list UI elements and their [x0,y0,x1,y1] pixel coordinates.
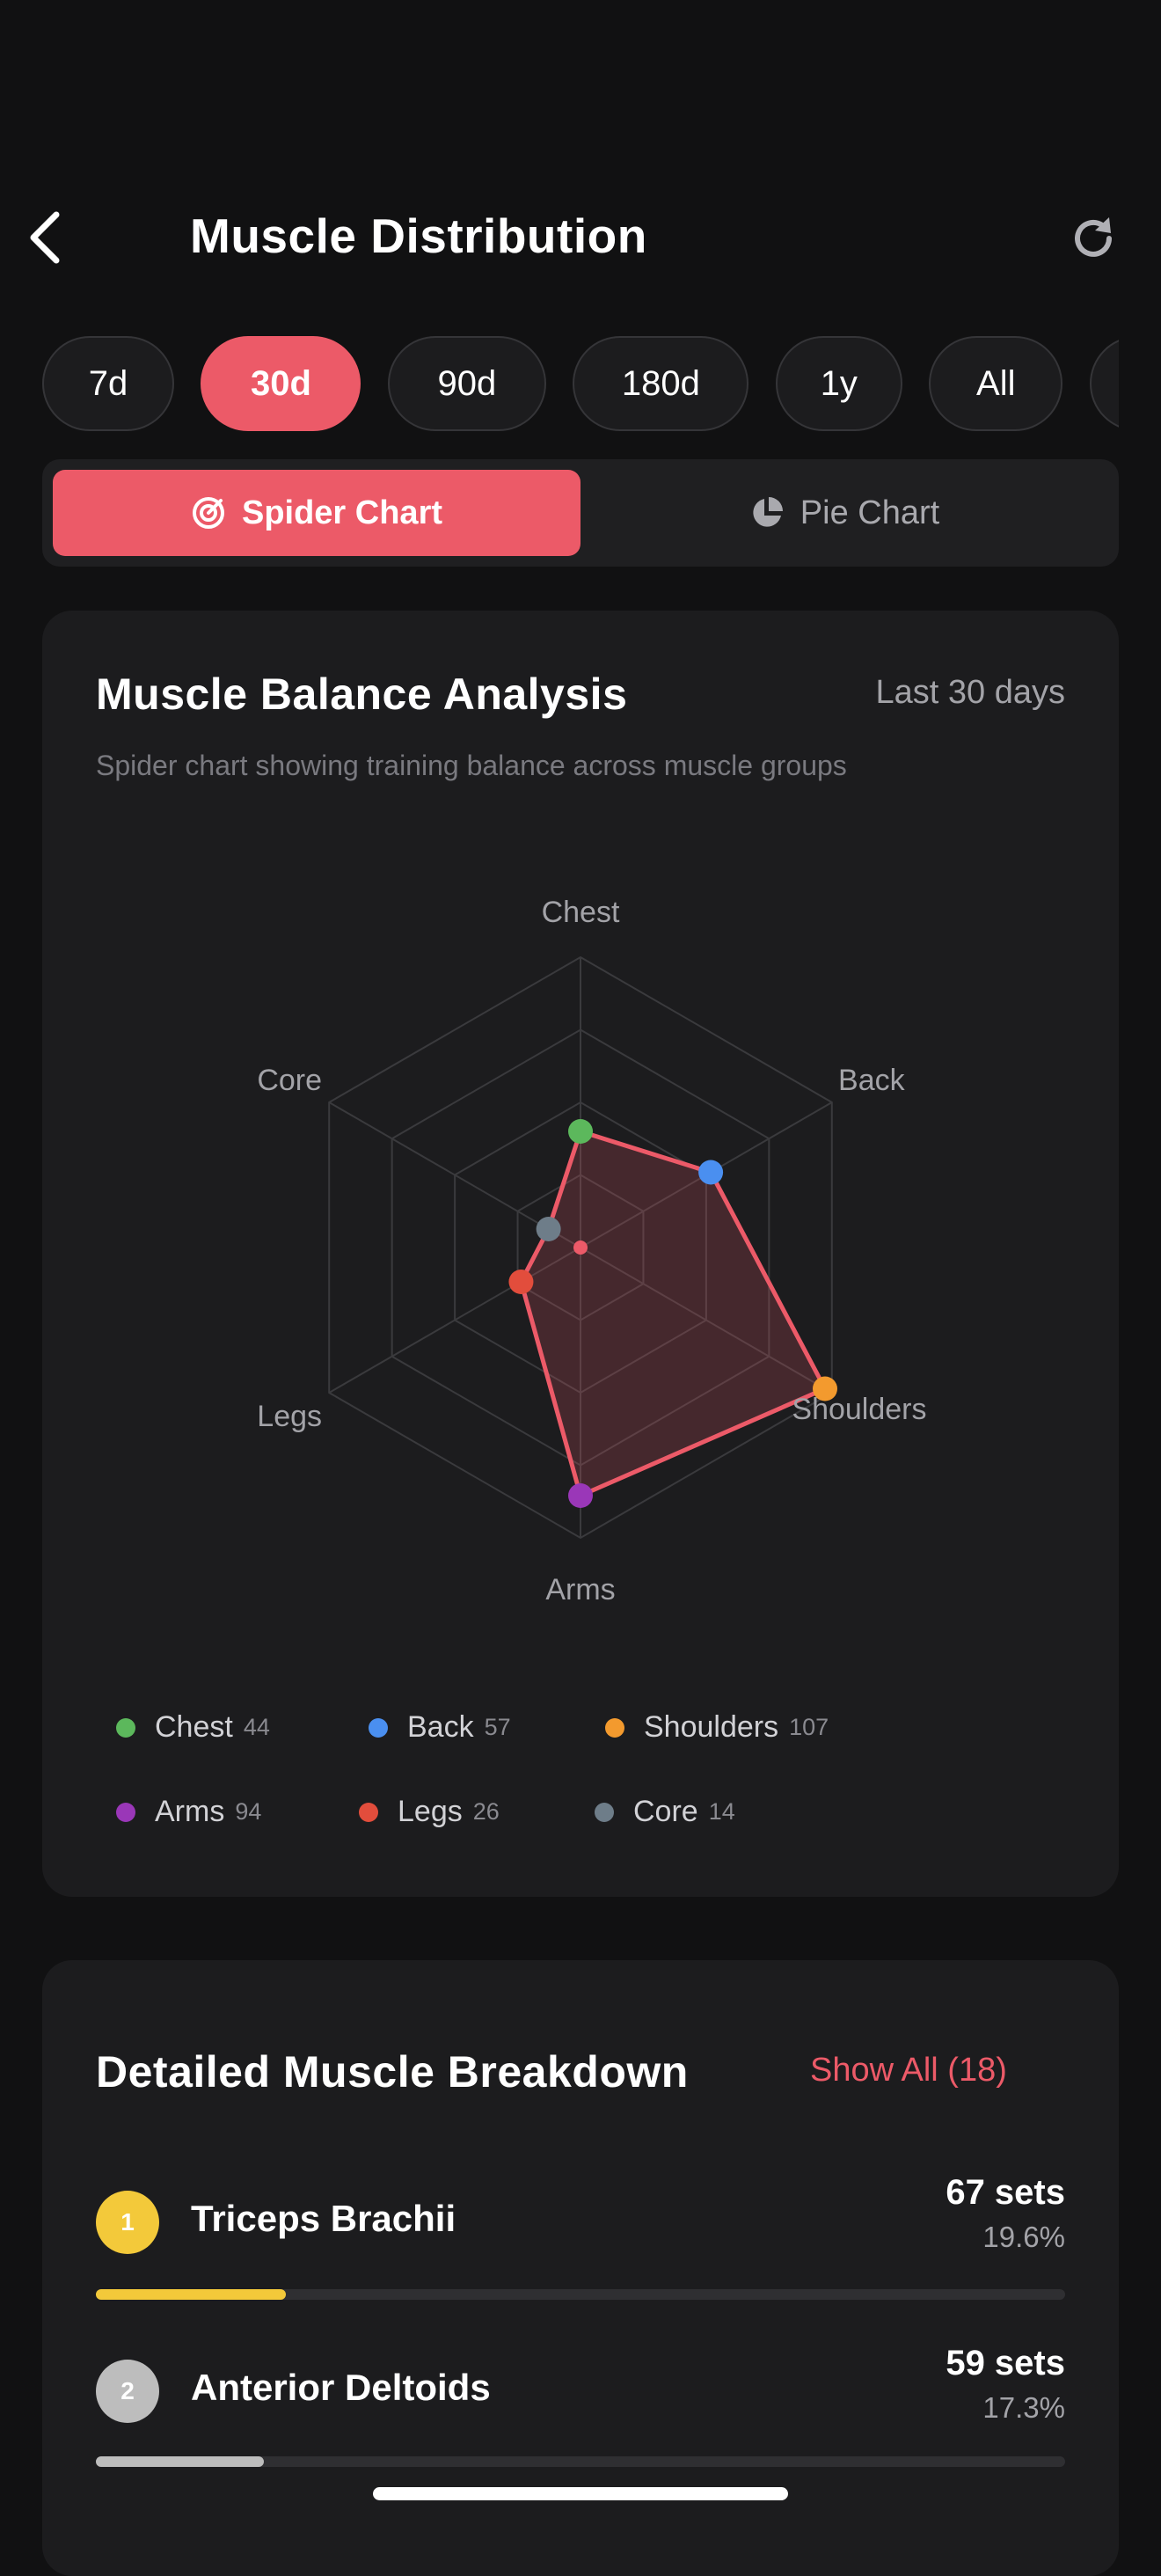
radar-center-dot [573,1240,588,1255]
refresh-button[interactable] [1062,208,1124,269]
radar-axis-label-chest: Chest [542,896,620,929]
muscle-name: Anterior Deltoids [191,2367,491,2408]
spider-chart-tab[interactable]: Spider Chart [53,470,580,556]
radar-axis-label-back: Back [838,1064,906,1097]
muscle-breakdown-card: Detailed Muscle Breakdown Show All (18) … [42,1960,1119,2576]
legend-dot [605,1717,624,1738]
legend-dot [595,1802,614,1822]
legend-dot [116,1802,135,1822]
radar-axis-label-legs: Legs [257,1400,322,1433]
list-item[interactable]: 1 Triceps Brachii 67 sets 19.6% [42,2173,1119,2323]
range-pill-90d[interactable]: 90d [387,336,546,431]
legend-value: 107 [789,1714,829,1740]
legend-item-legs: Legs 26 [359,1795,500,1829]
legend-name: Core [633,1795,698,1828]
range-selector: 7d 30d 90d 180d 1y All C [42,336,1119,433]
spider-chart-label: Spider Chart [241,494,443,531]
muscle-sets: 59 sets [946,2344,1065,2382]
rank-badge: 1 [96,2191,159,2254]
range-pill-7d[interactable]: 7d [42,336,174,431]
pie-chart-tab[interactable]: Pie Chart [580,470,1108,556]
muscle-balance-card: Muscle Balance Analysis Last 30 days Spi… [42,611,1119,1897]
range-label: 1y [820,363,858,403]
muscle-percent: 17.3% [982,2391,1065,2424]
progress-track [96,2289,1065,2300]
legend-name: Back [407,1710,474,1744]
radar-point-back [698,1160,724,1185]
legend-name: Arms [155,1795,225,1828]
range-pill-all[interactable]: All [929,336,1063,431]
breakdown-title: Detailed Muscle Breakdown [96,2047,689,2097]
show-all-button[interactable]: Show All (18) [810,2052,1007,2089]
pie-chart-icon [753,497,783,527]
range-label: 30d [250,363,311,403]
legend-value: 57 [484,1714,511,1740]
back-button[interactable] [26,202,97,273]
range-label: All [976,363,1016,403]
target-icon [192,497,224,529]
radar-point-core [536,1217,561,1241]
legend-name: Chest [155,1710,233,1744]
range-label: 90d [437,363,497,403]
range-pill-180d[interactable]: 180d [573,336,749,431]
radar-series-area [518,1129,828,1498]
chart-view-toggle: Spider Chart Pie Chart [42,459,1119,567]
page-title: Muscle Distribution [190,209,647,263]
progress-fill [96,2456,264,2467]
range-label: 180d [621,363,700,403]
rank-badge: 2 [96,2360,159,2423]
legend-name: Legs [398,1795,463,1828]
refresh-icon [1075,217,1112,257]
radar-chart: Chest Back Shoulders Arms Legs Core [257,896,926,1606]
pie-chart-label: Pie Chart [800,494,940,531]
legend-item-back: Back 57 [369,1710,511,1745]
range-pill-custom[interactable]: C [1089,336,1119,431]
radar-axis-label-arms: Arms [545,1573,615,1606]
screen: { "header": { "title": "Muscle Distribut… [0,0,1161,2576]
radar-point-arms [568,1483,593,1508]
legend-item-chest: Chest 44 [116,1710,270,1745]
legend-value: 14 [708,1798,735,1825]
list-item[interactable]: 2 Anterior Deltoids 59 sets 17.3% [42,2344,1119,2497]
progress-fill [96,2289,286,2300]
muscle-name: Triceps Brachii [191,2198,456,2239]
progress-track [96,2456,1065,2467]
radar-axis-label-shoulders: Shoulders [792,1393,926,1426]
muscle-sets: 67 sets [946,2173,1065,2212]
muscle-percent: 19.6% [982,2221,1065,2253]
range-label: 7d [88,363,128,403]
radar-point-legs [508,1270,534,1294]
legend-name: Shoulders [644,1710,779,1744]
legend-value: 44 [243,1714,270,1740]
home-indicator [373,2487,788,2500]
range-pill-1y[interactable]: 1y [775,336,902,431]
legend-dot [116,1717,135,1738]
legend-value: 26 [472,1798,500,1825]
legend-item-arms: Arms 94 [116,1795,261,1829]
range-pill-30d[interactable]: 30d [201,336,361,431]
radar-axis-label-core: Core [257,1064,322,1097]
chevron-left-icon [30,211,60,264]
legend-value: 94 [235,1798,262,1825]
legend-dot [359,1802,378,1822]
legend-item-shoulders: Shoulders 107 [605,1710,829,1745]
legend-item-core: Core 14 [595,1795,735,1829]
legend-dot [369,1717,388,1738]
radar-point-chest [568,1119,593,1144]
